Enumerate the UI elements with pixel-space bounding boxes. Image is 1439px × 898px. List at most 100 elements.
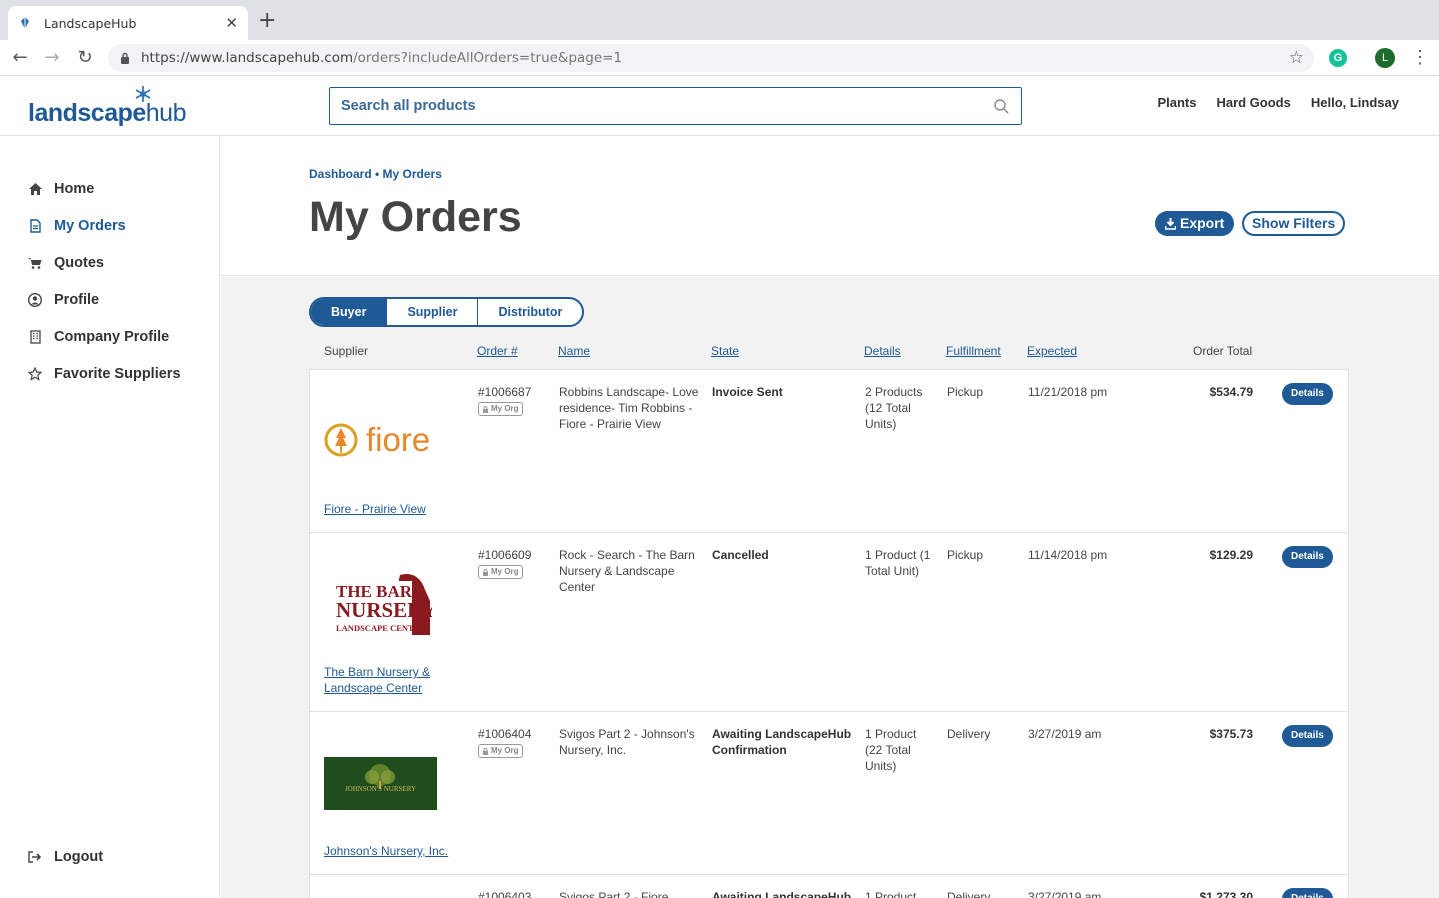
column-header-order-total: Order Total [1193,344,1253,358]
order-expected: 3/27/2019 am [1028,727,1102,741]
sidebar: Home My Orders Quotes Profile Company Pr… [0,137,220,898]
sidebar-item-label: Home [54,181,95,197]
details-button[interactable]: Details [1282,383,1333,405]
order-fulfillment: Pickup [947,385,984,399]
order-cell: #1006609 My Org [478,547,531,580]
johnsons-logo-text: JOHNSON'S NURSERY [345,785,416,793]
supplier-link[interactable]: The Barn Nursery & Landscape Center [324,664,454,696]
column-header-name[interactable]: Name [558,344,590,358]
column-header-state[interactable]: State [711,344,739,358]
bookmark-star-icon[interactable]: ☆ [1289,48,1304,68]
sidebar-logout[interactable]: Logout [28,849,103,865]
sidebar-item-label: Quotes [54,255,104,271]
details-button[interactable]: Details [1282,888,1333,898]
my-org-badge: My Org [478,402,523,416]
role-segmented-control: Buyer Supplier Distributor [309,297,585,327]
table-row[interactable]: #1006403 Svigos Part 2 - Fiore Awaiting … [309,874,1349,898]
segment-supplier[interactable]: Supplier [387,299,479,325]
table-row[interactable]: JOHNSON'S NURSERY Johnson's Nursery, Inc… [309,711,1349,875]
order-total: $129.29 [1209,548,1253,562]
logo-snowflake-icon [135,86,151,102]
page-title: My Orders [309,193,522,241]
supplier-link[interactable]: Johnson's Nursery, Inc. [324,843,454,859]
nav-plants[interactable]: Plants [1157,95,1196,110]
logo-word: landscape [28,99,146,127]
segment-distributor[interactable]: Distributor [478,299,582,325]
browser-menu-icon[interactable]: ⋮ [1411,47,1429,67]
landscapehub-favicon-icon [21,17,29,29]
grammarly-extension-icon[interactable]: G [1329,49,1347,67]
order-cell: #1006404 My Org [478,726,531,759]
segment-buyer[interactable]: Buyer [311,299,388,325]
reload-icon[interactable]: ↻ [75,48,95,68]
tab-title: LandscapeHub [44,15,137,31]
search-icon[interactable] [993,98,1009,114]
top-nav: Plants Hard Goods Hello, Lindsay [1157,95,1399,110]
column-header-fulfillment[interactable]: Fulfillment [946,344,1001,358]
order-number[interactable]: #1006404 [478,726,531,742]
orders-area: Buyer Supplier Distributor Supplier Orde… [221,277,1439,898]
tab-close-icon[interactable]: ✕ [225,14,238,32]
order-name: Svigos Part 2 - Johnson's Nursery, Inc. [559,727,695,757]
column-header-details[interactable]: Details [864,344,901,358]
lock-icon [483,747,488,755]
nav-user-greeting[interactable]: Hello, Lindsay [1311,95,1399,110]
sidebar-item-label: Company Profile [54,329,170,345]
sidebar-item-my-orders[interactable]: My Orders [28,218,126,234]
order-total: $534.79 [1209,385,1253,399]
star-icon [28,367,42,381]
logo-wordmark: landscapehub [28,99,187,128]
breadcrumb[interactable]: Dashboard • My Orders [309,167,442,181]
user-circle-icon [28,293,42,307]
details-button[interactable]: Details [1282,725,1333,747]
order-expected: 11/14/2018 pm [1028,548,1108,562]
table-row[interactable]: THE BARN NURSERY LANDSCAPE CENTER The Ba… [309,532,1349,712]
barn-logo-line3: LANDSCAPE CENTER [336,623,426,633]
order-name: Svigos Part 2 - Fiore [559,890,669,898]
table-row[interactable]: fiore Fiore - Prairie View #1006687 My O… [309,369,1349,533]
order-details: 1 Product (22 Total Units) [865,727,917,773]
supplier-link[interactable]: Fiore - Prairie View [324,501,454,517]
browser-tabbar: LandscapeHub ✕ + [0,0,1439,40]
fiore-logo: fiore [324,420,440,465]
order-number[interactable]: #1006403 [478,889,531,898]
document-icon [28,219,42,233]
order-fulfillment: Delivery [947,727,991,741]
download-icon [1165,217,1176,230]
order-state: Awaiting LandscapeHub Confirmation [712,727,852,757]
product-search [329,87,1022,125]
sidebar-item-profile[interactable]: Profile [28,292,99,308]
export-button[interactable]: Export [1155,211,1235,236]
sidebar-item-label: Favorite Suppliers [54,366,181,382]
column-header-order[interactable]: Order # [477,344,518,358]
my-org-badge: My Org [478,565,523,579]
new-tab-icon[interactable]: + [258,10,276,32]
order-details: 2 Products (12 Total Units) [865,385,923,431]
back-arrow-icon[interactable]: ← [10,48,30,68]
browser-tab[interactable]: LandscapeHub ✕ [8,6,248,40]
site-header: landscapehub Plants Hard Goods Hello, Li… [0,77,1439,136]
order-number[interactable]: #1006609 [478,547,531,563]
sidebar-item-favorite-suppliers[interactable]: Favorite Suppliers [28,366,181,382]
column-header-expected[interactable]: Expected [1027,344,1077,358]
nav-hard-goods[interactable]: Hard Goods [1216,95,1290,110]
forward-arrow-icon[interactable]: → [42,48,62,68]
profile-avatar[interactable]: L [1375,48,1395,68]
johnsons-nursery-logo: JOHNSON'S NURSERY [324,757,437,815]
sidebar-item-company-profile[interactable]: Company Profile [28,329,169,345]
url-text: https://www.landscapehub.com/orders?incl… [141,50,1289,66]
details-button[interactable]: Details [1282,546,1333,568]
sidebar-item-quotes[interactable]: Quotes [28,255,104,271]
barn-logo-line2: NURSERY [336,598,432,622]
sidebar-item-label: Profile [54,292,100,308]
column-header-supplier: Supplier [324,344,369,358]
order-fulfillment: Pickup [947,548,984,562]
address-bar[interactable]: https://www.landscapehub.com/orders?incl… [108,44,1314,72]
show-filters-button[interactable]: Show Filters [1242,211,1346,236]
order-name: Robbins Landscape- Love residence- Tim R… [559,385,699,431]
sidebar-item-home[interactable]: Home [28,181,94,197]
my-org-label: My Org [491,746,519,755]
order-number[interactable]: #1006687 [478,384,531,400]
search-input[interactable] [341,98,993,114]
order-total: $1,273.30 [1199,890,1253,898]
